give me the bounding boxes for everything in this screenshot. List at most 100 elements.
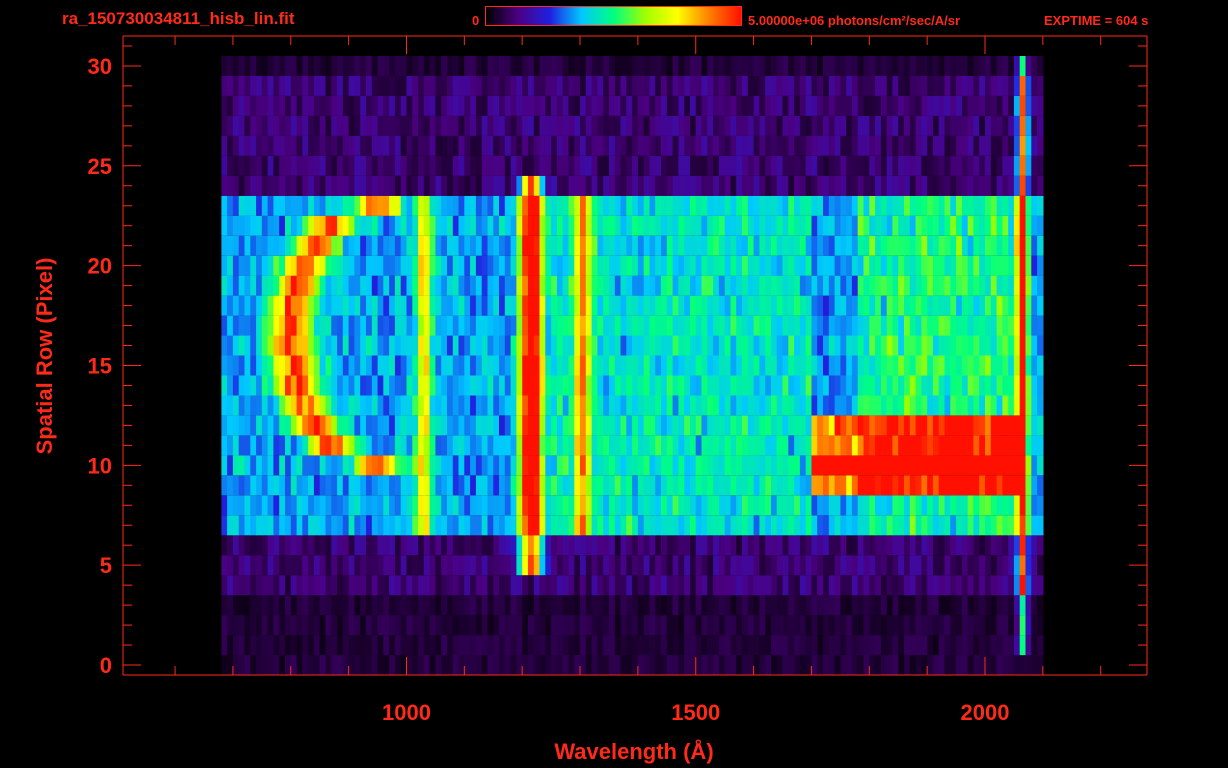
heatmap-cell (377, 535, 384, 556)
heatmap-cell (441, 655, 448, 675)
heatmap-cell (643, 115, 651, 136)
heatmap-cell (516, 555, 523, 576)
heatmap-cell (771, 535, 778, 556)
heatmap-cell (863, 475, 870, 496)
heatmap-cell (799, 655, 807, 675)
heatmap-cell (851, 275, 859, 296)
heatmap-cell (232, 175, 240, 196)
heatmap-cell (447, 615, 454, 636)
heatmap-cell (562, 135, 570, 156)
heatmap-cell (325, 495, 332, 516)
heatmap-cell (1031, 56, 1038, 76)
heatmap-cell (539, 535, 546, 556)
heatmap-cell (285, 575, 292, 596)
heatmap-cell (753, 655, 760, 675)
heatmap-cell (261, 75, 269, 96)
heatmap-cell (886, 435, 894, 456)
heatmap-cell (915, 235, 922, 256)
heatmap-cell (302, 455, 309, 476)
heatmap-cell (956, 56, 963, 76)
heatmap-cell (232, 515, 240, 536)
heatmap-cell (591, 655, 598, 675)
heatmap-cell (580, 335, 587, 356)
heatmap-cell (863, 95, 870, 116)
heatmap-cell (1025, 275, 1032, 296)
heatmap-cell (435, 75, 442, 96)
heatmap-cell (684, 595, 691, 616)
heatmap-cell (637, 75, 645, 96)
heatmap-cell (244, 375, 251, 396)
heatmap-cell (423, 135, 431, 156)
heatmap-cell (661, 635, 668, 656)
heatmap-cell (609, 635, 616, 656)
heatmap-cell (441, 635, 448, 656)
heatmap-cell (707, 355, 714, 376)
heatmap-cell (985, 175, 992, 196)
heatmap-cell (979, 375, 986, 396)
heatmap-cell (643, 355, 651, 376)
heatmap-cell (967, 275, 975, 296)
heatmap-cell (805, 295, 813, 316)
heatmap-cell (331, 115, 338, 136)
heatmap-cell (470, 535, 477, 556)
heatmap-cell (707, 595, 714, 616)
heatmap-cell (441, 535, 448, 556)
heatmap-cell (869, 335, 876, 356)
heatmap-cell (591, 315, 598, 336)
heatmap-cell (302, 255, 309, 276)
heatmap-cell (742, 635, 749, 656)
heatmap-cell (846, 315, 853, 336)
heatmap-cell (1008, 635, 1015, 656)
y-tick-label: 25 (88, 154, 112, 179)
heatmap-cell (441, 75, 448, 96)
heatmap-cell (614, 435, 622, 456)
heatmap-cell (1031, 335, 1038, 356)
heatmap-cell (389, 335, 396, 356)
heatmap-cell (690, 355, 697, 376)
heatmap-cell (620, 95, 627, 116)
heatmap-cell (944, 95, 951, 116)
heatmap-cell (938, 515, 946, 536)
heatmap-cell (857, 215, 865, 236)
heatmap-cell (1013, 515, 1021, 536)
heatmap-cell (302, 275, 309, 296)
heatmap-cell (1019, 615, 1027, 636)
heatmap-cell (927, 255, 934, 276)
heatmap-cell (747, 355, 755, 376)
heatmap-cell (256, 275, 263, 296)
heatmap-cell (597, 56, 604, 76)
heatmap-cell (771, 115, 778, 136)
heatmap-cell (944, 535, 951, 556)
heatmap-cell (528, 375, 535, 396)
heatmap-cell (672, 395, 679, 416)
heatmap-cell (805, 475, 813, 496)
heatmap-cell (285, 595, 292, 616)
heatmap-cell (533, 235, 541, 256)
heatmap-cell (909, 335, 917, 356)
heatmap-cell (718, 615, 726, 636)
heatmap-cell (366, 495, 373, 516)
heatmap-cell (805, 515, 813, 536)
heatmap-cell (776, 295, 784, 316)
heatmap-cell (562, 375, 570, 396)
heatmap-cell (371, 115, 379, 136)
heatmap-cell (313, 95, 321, 116)
heatmap-cell (996, 195, 1003, 216)
heatmap-cell (643, 275, 651, 296)
heatmap-cell (447, 415, 454, 436)
heatmap-cell (846, 155, 853, 176)
heatmap-cell (823, 435, 830, 456)
heatmap-cell (944, 375, 951, 396)
heatmap-cell (614, 255, 622, 276)
heatmap-cell (597, 615, 604, 636)
heatmap-cell (1037, 56, 1044, 76)
heatmap-cell (504, 595, 512, 616)
heatmap-cell (580, 415, 587, 436)
heatmap-cell (996, 135, 1003, 156)
heatmap-cell (447, 515, 454, 536)
heatmap-cell (666, 135, 674, 156)
heatmap-cell (464, 635, 471, 656)
heatmap-cell (817, 335, 824, 356)
heatmap-cell (227, 335, 234, 356)
heatmap-cell (724, 615, 732, 636)
